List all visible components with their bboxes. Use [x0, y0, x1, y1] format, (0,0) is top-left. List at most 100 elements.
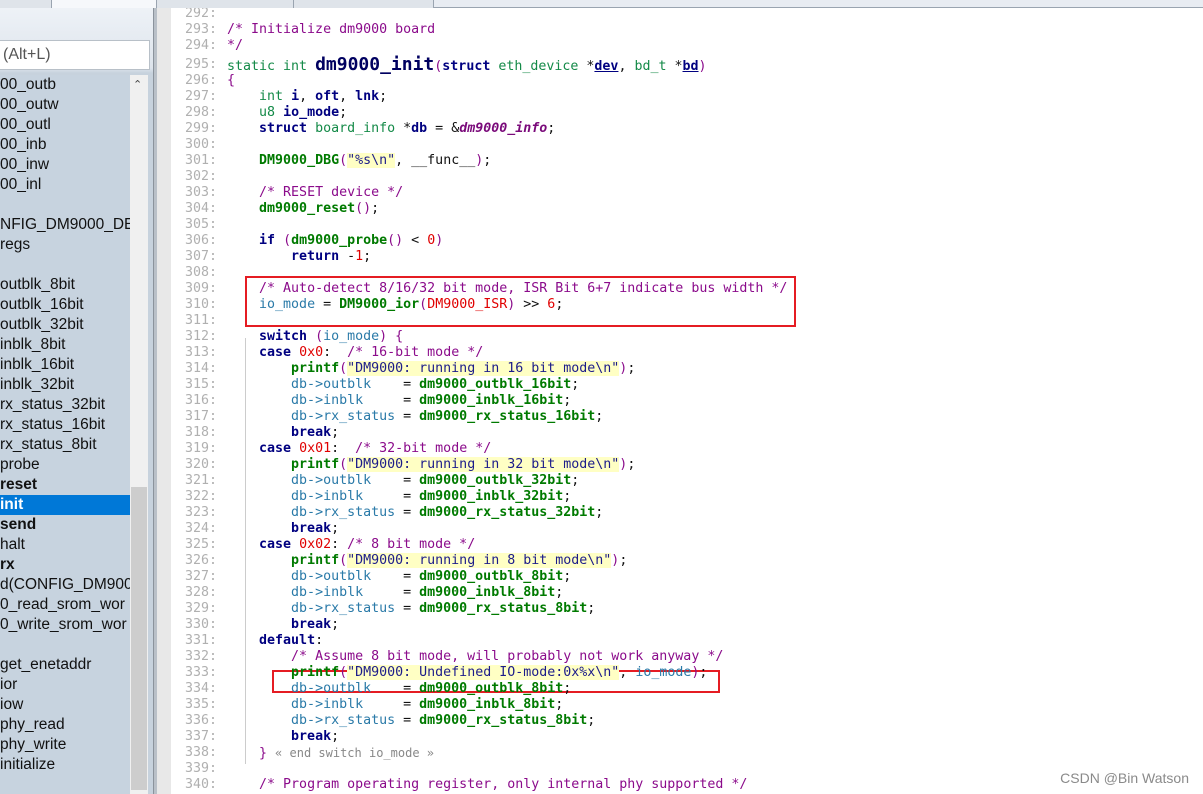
code-token: printf — [291, 665, 340, 680]
symbol-list-item[interactable]: rx_status_32bit — [0, 395, 130, 415]
code-token: ( — [339, 665, 348, 680]
code-text: db->rx_status = dm9000_rx_status_32bit; — [227, 505, 603, 521]
line-number: 309: — [184, 281, 217, 296]
symbol-list-item[interactable]: probe — [0, 455, 130, 475]
code-token: ; — [571, 473, 580, 488]
code-token: /* Initialize dm9000 board — [227, 22, 436, 37]
symbol-list-item[interactable]: inblk_16bit — [0, 355, 130, 375]
code-token: /* RESET device */ — [259, 185, 404, 200]
code-token: dm9000_rx_status_32bit — [419, 505, 596, 520]
symbol-list-item[interactable]: rx_status_16bit — [0, 415, 130, 435]
symbol-list-item[interactable]: iow — [0, 695, 130, 715]
code-token: < — [403, 233, 428, 248]
tab[interactable] — [52, 0, 157, 8]
code-text: /* Program operating register, only inte… — [227, 777, 747, 793]
symbol-list-item[interactable]: rx — [0, 555, 130, 575]
symbol-list-item[interactable]: init — [0, 495, 130, 515]
code-editor[interactable]: 292: 293:/* Initialize dm9000 board 294: */… — [171, 8, 1203, 794]
line-number: 324: — [184, 521, 217, 536]
tab[interactable] — [294, 0, 434, 8]
symbol-list-item[interactable] — [0, 635, 130, 655]
symbol-list-item[interactable] — [0, 195, 130, 215]
code-token: , — [618, 59, 635, 74]
code-token: ; — [595, 409, 604, 424]
symbol-list-item[interactable]: get_enetaddr — [0, 655, 130, 675]
symbol-list-item[interactable]: outblk_8bit — [0, 275, 130, 295]
code-text: break; — [227, 425, 339, 441]
code-token: struct — [259, 121, 316, 136]
code-token: dm9000_info — [459, 121, 548, 136]
symbol-list-item[interactable]: NFIG_DM9000_DEB — [0, 215, 130, 235]
code-text: /* Assume 8 bit mode, will probably not … — [227, 649, 723, 665]
symbol-list-item[interactable]: 00_inb — [0, 135, 130, 155]
code-text: { — [227, 73, 235, 89]
symbol-list-item[interactable] — [0, 255, 130, 275]
symbol-list-item[interactable]: halt — [0, 535, 130, 555]
line-number: 329: — [184, 601, 217, 616]
code-token: = — [403, 473, 420, 488]
line-number: 333: — [184, 665, 217, 680]
code-text: dm9000_reset(); — [227, 201, 379, 217]
line-number: 292: — [184, 8, 217, 21]
code-token: "DM9000: running in 8 bit mode\n" — [347, 553, 612, 568]
symbol-list-item[interactable]: reset — [0, 475, 130, 495]
symbol-list-item[interactable]: inblk_8bit — [0, 335, 130, 355]
code-token: dm9000_rx_status_16bit — [419, 409, 596, 424]
code-token: 0x01 — [299, 441, 332, 456]
tab[interactable] — [157, 0, 294, 8]
symbol-list-item[interactable]: send — [0, 515, 130, 535]
symbol-list-item[interactable]: inblk_32bit — [0, 375, 130, 395]
symbol-list-item[interactable]: 0_read_srom_wor — [0, 595, 130, 615]
code-token: oft — [315, 89, 340, 104]
symbol-list-item[interactable]: phy_read — [0, 715, 130, 735]
symbol-list-item[interactable]: 0_write_srom_wor — [0, 615, 130, 635]
symbol-list-item[interactable]: outblk_16bit — [0, 295, 130, 315]
code-text: break; — [227, 729, 339, 745]
symbol-list-item[interactable]: 00_outl — [0, 115, 130, 135]
symbol-list-item[interactable]: rx_status_8bit — [0, 435, 130, 455]
code-token: i — [291, 89, 300, 104]
line-number: 317: — [184, 409, 217, 424]
line-number: 295: — [184, 57, 217, 72]
code-token: ; — [331, 425, 340, 440]
code-text: case 0x02: /* 8 bit mode */ — [227, 537, 475, 553]
code-token: = — [403, 409, 420, 424]
symbol-list-item[interactable]: ior — [0, 675, 130, 695]
code-token: case — [259, 537, 300, 552]
code-token: = — [403, 601, 420, 616]
symbol-list-item[interactable]: regs — [0, 235, 130, 255]
sidebar-scrollbar[interactable]: ⌃ — [130, 75, 148, 794]
code-text: db->outblk = dm9000_outblk_8bit; — [227, 569, 571, 585]
code-token: "DM9000: Undefined IO-mode:0x%x\n" — [347, 665, 620, 680]
code-token: db->outblk — [291, 473, 404, 488]
code-token: ; — [331, 617, 340, 632]
symbol-list-item[interactable]: phy_write — [0, 735, 130, 755]
symbol-list-item[interactable]: 00_outw — [0, 95, 130, 115]
line-number: 339: — [184, 761, 217, 776]
tab[interactable] — [0, 0, 52, 8]
scrollbar-thumb[interactable] — [131, 487, 147, 790]
code-token: db->rx_status — [291, 409, 404, 424]
line-number: 326: — [184, 553, 217, 568]
symbol-list-item[interactable]: 00_outb — [0, 75, 130, 95]
code-text: db->outblk = dm9000_outblk_32bit; — [227, 473, 579, 489]
code-token: io_mode — [283, 105, 340, 120]
code-token: ; — [587, 601, 596, 616]
code-token: break — [291, 617, 332, 632]
symbol-list-item[interactable]: 00_inw — [0, 155, 130, 175]
symbol-list-item[interactable]: initialize — [0, 755, 130, 775]
code-token: : — [323, 345, 348, 360]
line-number: 337: — [184, 729, 217, 744]
code-token: ; — [547, 121, 556, 136]
code-token: db->outblk — [291, 569, 404, 584]
line-number: 310: — [184, 297, 217, 312]
symbol-search-input[interactable]: (Alt+L) — [0, 40, 150, 70]
scroll-up-icon[interactable]: ⌃ — [133, 78, 142, 91]
symbol-list-item[interactable]: 00_inl — [0, 175, 130, 195]
symbol-list-item[interactable]: outblk_32bit — [0, 315, 130, 335]
symbol-list-item[interactable]: d(CONFIG_DM9000 — [0, 575, 130, 595]
code-text: /* RESET device */ — [227, 185, 403, 201]
